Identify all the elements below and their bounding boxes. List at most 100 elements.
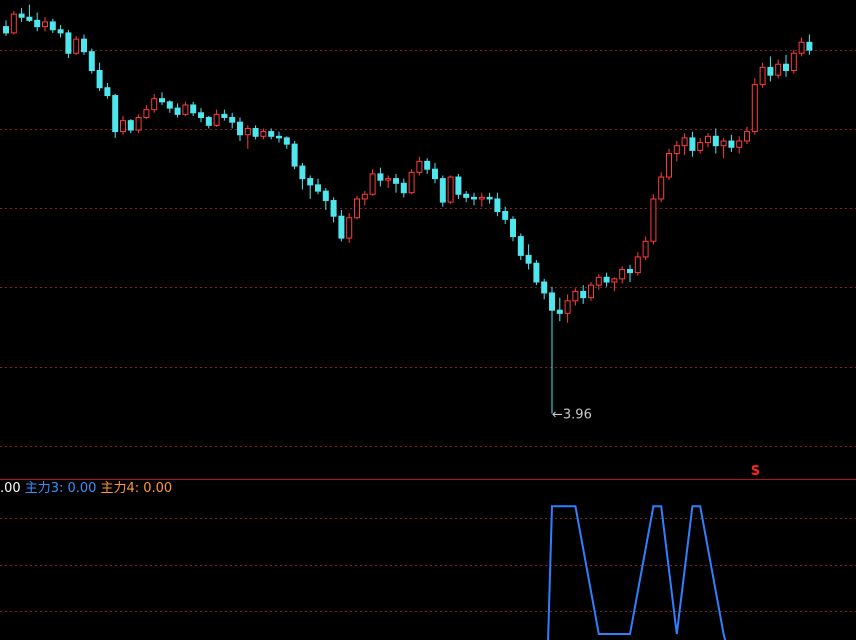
candle — [237, 117, 243, 141]
candle — [681, 133, 688, 156]
candle-body — [34, 19, 41, 28]
candle — [400, 178, 407, 198]
candle — [634, 252, 641, 276]
candle-body — [330, 200, 337, 217]
legend-item4: 主力4: 0.00 — [100, 481, 172, 496]
candle — [159, 92, 165, 105]
candle — [120, 115, 126, 135]
candle-body — [408, 171, 415, 194]
candle — [73, 36, 80, 55]
candle-body — [393, 178, 399, 184]
candle — [244, 125, 251, 149]
legend-item4-label: 主力4: — [100, 481, 144, 496]
candle — [198, 108, 204, 123]
candle — [182, 101, 189, 116]
candle-body — [221, 113, 228, 119]
candle — [57, 25, 64, 38]
candle — [291, 141, 298, 170]
candle-body — [322, 190, 329, 202]
candle-body — [541, 281, 548, 294]
candle-body — [338, 215, 345, 239]
candle-body — [385, 178, 392, 181]
candle-body — [471, 196, 477, 200]
candle-body — [237, 121, 243, 136]
candle — [205, 115, 212, 129]
candle-body — [135, 117, 142, 131]
candle-body — [307, 178, 314, 186]
candle-body — [299, 165, 306, 180]
candle-body — [790, 52, 797, 71]
indicator-line — [547, 505, 727, 640]
candle — [517, 233, 524, 261]
candle — [283, 136, 290, 149]
candle — [798, 37, 805, 57]
candle-body — [767, 66, 774, 76]
legend-item3: 主力3: 0.00 — [25, 481, 97, 496]
candle-body — [432, 168, 438, 180]
candle-body — [252, 127, 259, 137]
candle — [603, 272, 610, 287]
candle-body — [525, 254, 532, 264]
legend-item3-value: 0.00 — [67, 481, 97, 496]
candle-body — [603, 276, 610, 283]
candle — [447, 175, 454, 204]
candle — [385, 175, 392, 188]
candle — [759, 62, 766, 88]
candle — [611, 277, 618, 292]
candle — [790, 50, 797, 74]
signal-s-marker: S — [751, 464, 760, 479]
candle — [49, 18, 56, 33]
candle-body — [416, 160, 423, 173]
candle-body — [494, 198, 501, 212]
candle-body — [595, 276, 602, 286]
indicator-grid — [0, 518, 856, 612]
candle-body — [88, 51, 95, 71]
candle-body — [369, 173, 376, 195]
candle-body — [775, 63, 782, 76]
candle-body — [588, 284, 594, 299]
candle-body — [283, 137, 290, 145]
candle — [10, 10, 17, 35]
candle-body — [205, 117, 212, 126]
candle — [736, 136, 743, 154]
candle-body — [572, 290, 579, 302]
candle-body — [268, 131, 275, 137]
candle-body — [57, 29, 64, 34]
candle-body — [182, 104, 189, 115]
candle-body — [486, 196, 493, 200]
candle-body — [478, 196, 485, 200]
candle-body — [174, 107, 181, 115]
candle — [775, 59, 782, 79]
candle — [650, 194, 657, 245]
candle-body — [736, 140, 743, 148]
candle-body — [681, 137, 688, 147]
candle-body — [751, 84, 758, 133]
candle-body — [463, 193, 470, 198]
candle-body — [229, 117, 236, 123]
candle — [627, 264, 633, 282]
candle — [268, 128, 275, 140]
candle — [666, 148, 672, 181]
candle-body — [510, 218, 516, 238]
candle — [81, 34, 87, 55]
candle-body — [3, 26, 9, 34]
candle — [346, 213, 353, 243]
candle-body — [354, 198, 360, 219]
candle-body — [783, 63, 789, 71]
candle — [416, 156, 423, 176]
candle — [572, 288, 579, 306]
candle-body — [42, 21, 48, 28]
candle-body — [127, 120, 134, 131]
candle — [720, 137, 727, 159]
candle — [689, 131, 696, 157]
candle — [697, 137, 704, 154]
candle — [564, 294, 571, 323]
candle — [588, 282, 594, 301]
candle — [151, 94, 158, 113]
candle — [705, 133, 711, 148]
candle-body — [611, 278, 618, 283]
candle-body — [151, 98, 158, 111]
candle — [42, 17, 48, 32]
candle-body — [400, 182, 407, 194]
candle-body — [564, 300, 571, 314]
